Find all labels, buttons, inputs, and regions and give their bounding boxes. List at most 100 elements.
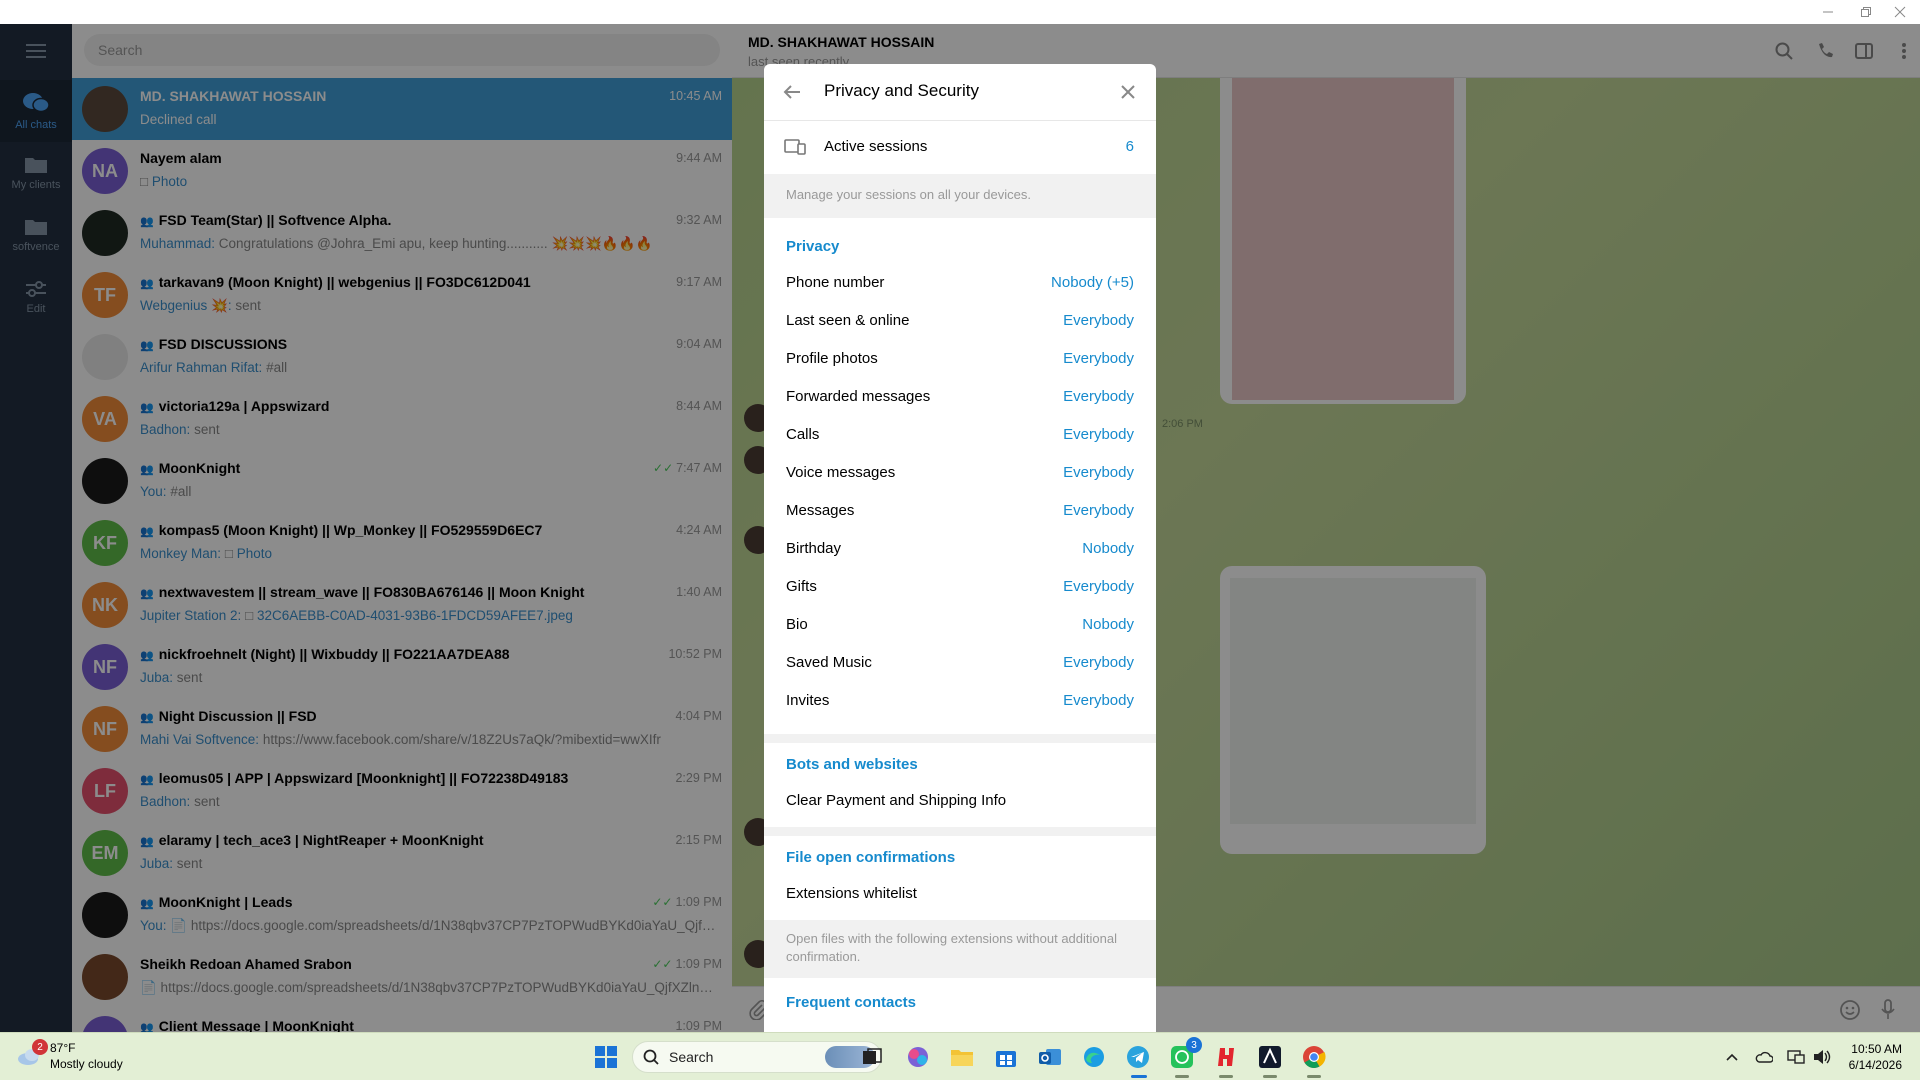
whatsapp-badge: 3 — [1186, 1037, 1202, 1053]
close-icon — [1121, 85, 1135, 99]
section-separator — [764, 734, 1156, 743]
running-indicator — [1219, 1075, 1233, 1078]
clear-payment-label: Clear Payment and Shipping Info — [786, 792, 1007, 809]
window-titlebar — [0, 0, 1920, 24]
privacy-setting-label: Calls — [786, 426, 820, 443]
bots-section-header: Bots and websites — [786, 756, 918, 773]
privacy-setting-value: Nobody — [1082, 616, 1134, 633]
privacy-setting-row[interactable]: Invites Everybody — [764, 682, 1156, 720]
running-indicator — [1131, 1075, 1147, 1078]
task-view-button[interactable] — [856, 1041, 888, 1073]
weather-widget[interactable]: 2 87°F Mostly cloudy — [16, 1039, 166, 1075]
privacy-setting-row[interactable]: Forwarded messages Everybody — [764, 378, 1156, 416]
privacy-section-header: Privacy — [786, 238, 840, 255]
taskbar-app-file-explorer[interactable] — [946, 1041, 978, 1073]
show-hidden-icons-button[interactable] — [1722, 1047, 1742, 1067]
window-close-button[interactable] — [1880, 0, 1920, 24]
privacy-setting-row[interactable]: Calls Everybody — [764, 416, 1156, 454]
weather-temperature: 87°F — [50, 1041, 76, 1055]
minimize-button[interactable] — [1808, 0, 1848, 24]
clear-payment-row[interactable]: Clear Payment and Shipping Info — [764, 782, 1156, 820]
taskbar-app-store[interactable] — [990, 1041, 1022, 1073]
back-button[interactable] — [780, 80, 804, 104]
privacy-setting-label: Voice messages — [786, 464, 896, 481]
network-icon — [1787, 1050, 1805, 1064]
onedrive-cloud-icon — [1755, 1051, 1773, 1063]
privacy-setting-value: Nobody (+5) — [1051, 274, 1134, 291]
taskbar-search-label: Search — [669, 1049, 714, 1065]
taskbar-app-chrome[interactable] — [1298, 1041, 1330, 1073]
chevron-up-icon — [1726, 1053, 1738, 1061]
chrome-icon — [1303, 1046, 1326, 1068]
red-letter-app-icon — [1218, 1048, 1234, 1066]
privacy-setting-value: Everybody — [1063, 654, 1134, 671]
search-icon — [643, 1049, 659, 1065]
taskbar-app-telegram[interactable] — [1122, 1041, 1154, 1073]
telegram-icon — [1127, 1046, 1149, 1068]
start-button[interactable] — [590, 1041, 622, 1073]
taskbar: 2 87°F Mostly cloudy Search 3 10:50 AM 6… — [0, 1032, 1920, 1080]
dialog-header: Privacy and Security — [764, 64, 1156, 120]
volume-button[interactable] — [1812, 1047, 1832, 1067]
network-button[interactable] — [1786, 1047, 1806, 1067]
taskbar-app-m365[interactable] — [902, 1041, 934, 1073]
active-sessions-label: Active sessions — [824, 138, 928, 155]
restore-icon — [1861, 7, 1871, 17]
windows-logo-icon — [595, 1046, 617, 1068]
sessions-note-block: Manage your sessions on all your devices… — [764, 174, 1156, 218]
edge-icon — [1084, 1047, 1104, 1067]
privacy-setting-label: Phone number — [786, 274, 885, 291]
divider — [764, 120, 1156, 121]
devices-icon — [784, 139, 806, 155]
taskbar-app-whatsapp[interactable]: 3 — [1166, 1037, 1202, 1073]
extensions-note-block: Open files with the following extensions… — [764, 920, 1156, 978]
outlook-icon — [1039, 1049, 1061, 1065]
active-sessions-row[interactable]: Active sessions 6 — [764, 128, 1156, 166]
privacy-setting-value: Everybody — [1063, 312, 1134, 329]
extensions-whitelist-row[interactable]: Extensions whitelist — [764, 875, 1156, 913]
privacy-setting-value: Everybody — [1063, 388, 1134, 405]
task-view-icon — [863, 1048, 882, 1064]
privacy-setting-label: Forwarded messages — [786, 388, 931, 405]
privacy-setting-value: Everybody — [1063, 350, 1134, 367]
running-indicator — [1175, 1075, 1189, 1078]
privacy-setting-value: Everybody — [1063, 464, 1134, 481]
close-icon — [1894, 6, 1906, 18]
privacy-security-dialog: Privacy and Security Active sessions 6 M… — [764, 64, 1156, 1032]
privacy-setting-row[interactable]: Messages Everybody — [764, 492, 1156, 530]
taskbar-clock[interactable]: 10:50 AM 6/14/2026 — [1849, 1041, 1902, 1073]
privacy-setting-row[interactable]: Birthday Nobody — [764, 530, 1156, 568]
taskbar-app-outlook[interactable] — [1034, 1041, 1066, 1073]
privacy-setting-row[interactable]: Profile photos Everybody — [764, 340, 1156, 378]
privacy-setting-row[interactable]: Bio Nobody — [764, 606, 1156, 644]
taskbar-app-edge[interactable] — [1078, 1041, 1110, 1073]
extensions-note: Open files with the following extensions… — [786, 931, 1117, 964]
minimize-icon — [1823, 11, 1833, 13]
privacy-setting-row[interactable]: Phone number Nobody (+5) — [764, 264, 1156, 302]
privacy-setting-row[interactable]: Gifts Everybody — [764, 568, 1156, 606]
privacy-setting-row[interactable]: Voice messages Everybody — [764, 454, 1156, 492]
folder-icon — [951, 1050, 973, 1066]
clock-date: 6/14/2026 — [1848, 1058, 1902, 1072]
privacy-setting-label: Birthday — [786, 540, 842, 557]
file-confirm-section-header: File open confirmations — [786, 849, 956, 866]
weather-condition: Mostly cloudy — [50, 1057, 123, 1071]
privacy-setting-label: Saved Music — [786, 654, 872, 671]
privacy-setting-label: Last seen & online — [786, 312, 910, 329]
privacy-setting-row[interactable]: Last seen & online Everybody — [764, 302, 1156, 340]
frequent-contacts-header: Frequent contacts — [786, 994, 917, 1011]
arrow-left-icon — [783, 85, 800, 99]
privacy-setting-label: Messages — [786, 502, 855, 519]
taskbar-search[interactable]: Search — [632, 1041, 882, 1073]
running-indicator — [1307, 1075, 1321, 1078]
dialog-close-button[interactable] — [1116, 80, 1140, 104]
privacy-setting-label: Invites — [786, 692, 830, 709]
privacy-setting-row[interactable]: Saved Music Everybody — [764, 644, 1156, 682]
privacy-setting-label: Gifts — [786, 578, 817, 595]
taskbar-app-red[interactable] — [1210, 1041, 1242, 1073]
onedrive-button[interactable] — [1754, 1047, 1774, 1067]
speaker-icon — [1814, 1050, 1831, 1064]
dialog-title: Privacy and Security — [824, 81, 979, 100]
sessions-note: Manage your sessions on all your devices… — [786, 187, 1031, 202]
taskbar-app-dark[interactable] — [1254, 1041, 1286, 1073]
